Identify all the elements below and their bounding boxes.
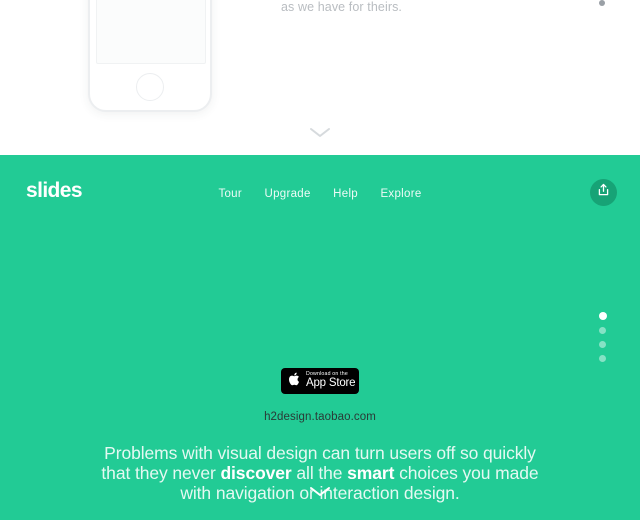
- app-store-text: Download on the App Store: [306, 371, 356, 390]
- pagination-dot-4[interactable]: [599, 355, 606, 362]
- headline-text: choices you made: [394, 463, 539, 483]
- headline-text: all the: [291, 463, 348, 483]
- site-url[interactable]: h2design.taobao.com: [0, 411, 640, 423]
- headline-bold-smart: smart: [347, 463, 395, 483]
- pagination-dot-2[interactable]: [599, 327, 606, 334]
- pagination-dot-1[interactable]: [599, 312, 607, 320]
- chevron-down-icon[interactable]: [309, 126, 331, 144]
- phone-home-button[interactable]: [136, 73, 164, 101]
- nav-item-upgrade[interactable]: Upgrade: [264, 188, 310, 200]
- app-store-badge[interactable]: Download on the App Store: [281, 368, 359, 394]
- headline-line-1: Problems with visual design can turn use…: [104, 443, 536, 463]
- phone-mockup: AA Alcoa Inc. AAPL Apple Inc. - Common S…: [88, 0, 212, 112]
- share-button[interactable]: [590, 179, 617, 206]
- hero-green-section: slides Tour Upgrade Help Explore Problem…: [0, 155, 640, 520]
- pagination-dot-3[interactable]: [599, 341, 606, 348]
- pagination-dots: [599, 312, 607, 369]
- phone-screen: AA Alcoa Inc. AAPL Apple Inc. - Common S…: [96, 0, 206, 64]
- scroll-dot[interactable]: [599, 0, 605, 6]
- chevron-down-icon[interactable]: [309, 485, 331, 503]
- nav-links: Tour Upgrade Help Explore: [0, 184, 640, 202]
- headline-bold-discover: discover: [220, 463, 292, 483]
- headline-text: that they never: [101, 463, 221, 483]
- nav-item-tour[interactable]: Tour: [218, 188, 242, 200]
- navbar: slides Tour Upgrade Help Explore: [0, 155, 640, 225]
- nav-item-explore[interactable]: Explore: [380, 188, 421, 200]
- nav-item-help[interactable]: Help: [333, 188, 358, 200]
- apple-logo-icon: [288, 371, 301, 391]
- hero-white-section: AA Alcoa Inc. AAPL Apple Inc. - Common S…: [0, 0, 640, 155]
- page-root: AA Alcoa Inc. AAPL Apple Inc. - Common S…: [0, 0, 640, 520]
- share-upload-icon: [597, 183, 610, 202]
- hero-paragraph: ones who have as much respect for our ti…: [281, 0, 403, 14]
- app-store-title: App Store: [306, 377, 356, 390]
- headline-line-2: that they never discover all the smart c…: [60, 463, 580, 483]
